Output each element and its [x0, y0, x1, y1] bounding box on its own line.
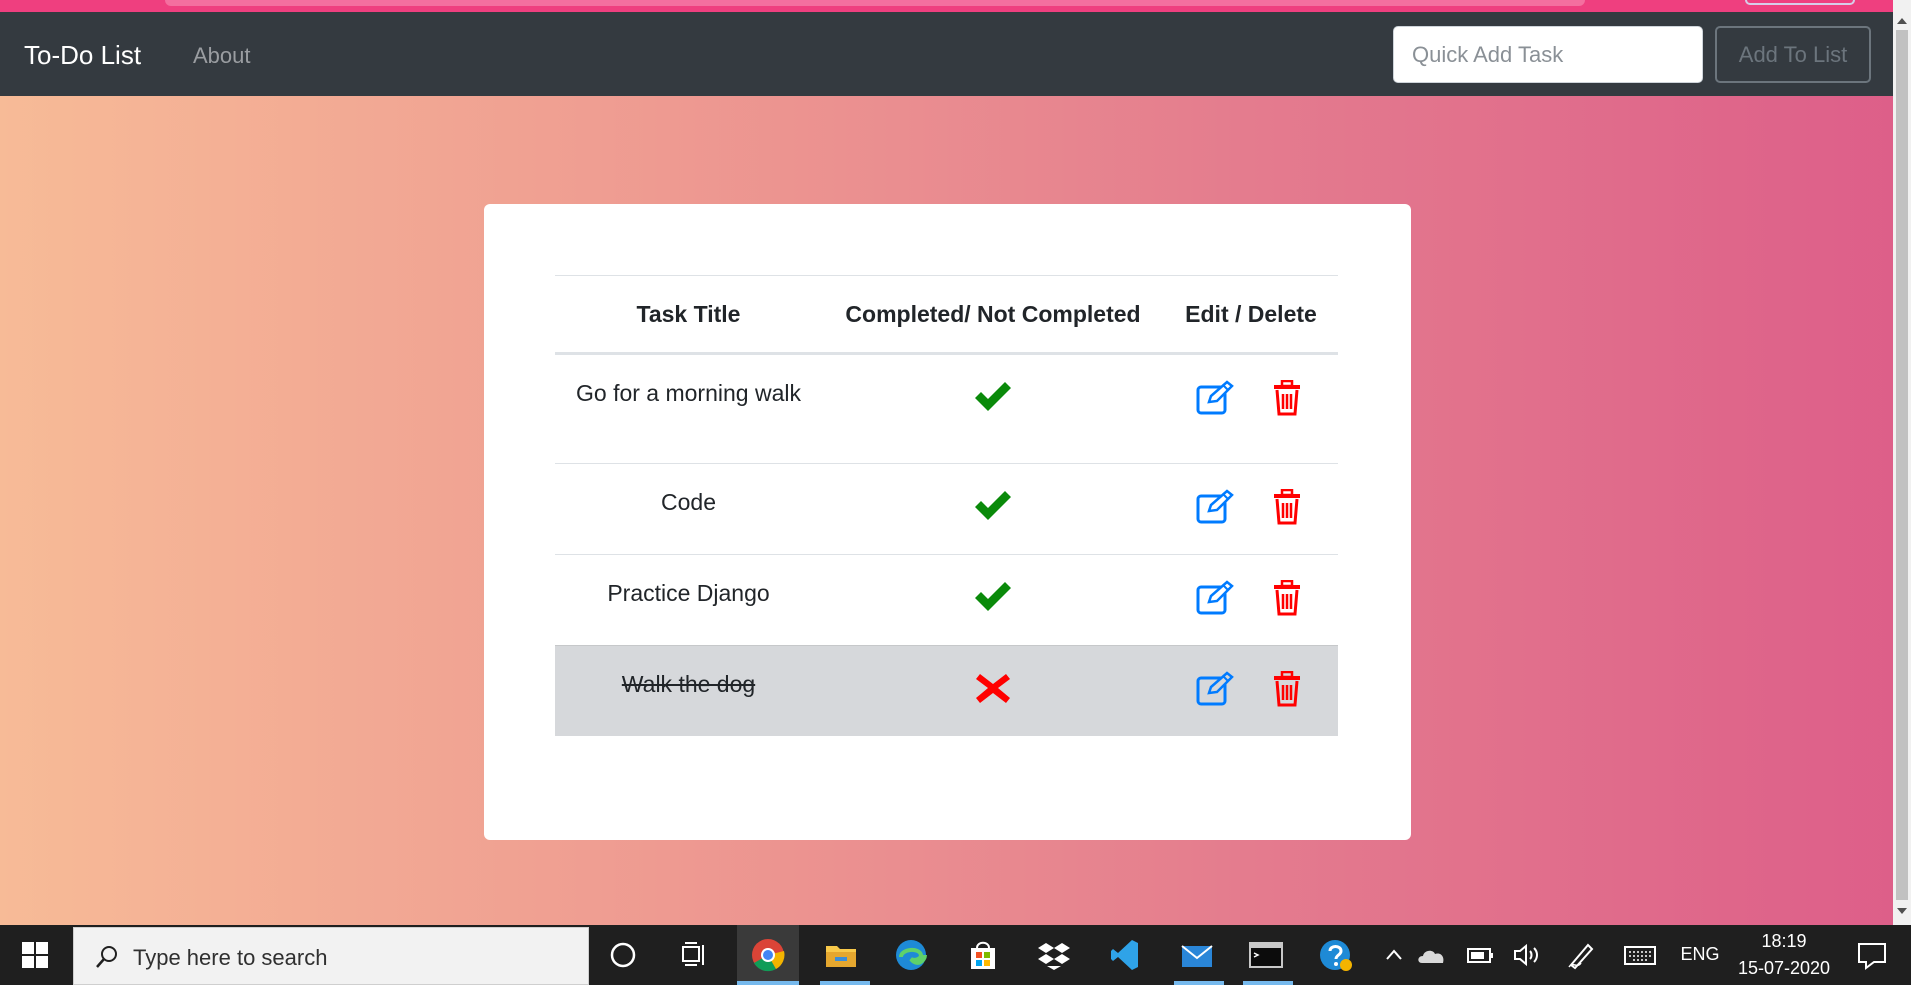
scroll-up-icon[interactable]: [1897, 18, 1907, 24]
store-icon[interactable]: [965, 937, 1001, 973]
cross-icon[interactable]: [972, 670, 1014, 706]
edit-icon[interactable]: [1195, 489, 1235, 525]
help-icon[interactable]: [1318, 937, 1354, 973]
browser-tab-strip: [165, 0, 1585, 6]
header-task-title: Task Title: [555, 275, 822, 355]
task-title: Walk the dog: [555, 645, 822, 736]
trash-icon[interactable]: [1267, 580, 1307, 616]
edge-icon[interactable]: [893, 937, 929, 973]
add-to-list-button[interactable]: Add To List: [1715, 26, 1871, 83]
cortana-icon[interactable]: [605, 937, 641, 973]
chevron-up-icon[interactable]: [1376, 937, 1412, 973]
scroll-down-icon[interactable]: [1897, 908, 1907, 914]
quick-add-input[interactable]: [1393, 26, 1703, 83]
page-scrollbar[interactable]: [1893, 0, 1911, 925]
file-explorer-icon[interactable]: [823, 937, 859, 973]
task-title: Go for a morning walk: [555, 353, 822, 464]
notifications-icon[interactable]: [1854, 937, 1890, 973]
check-icon[interactable]: [972, 579, 1014, 615]
clock-date[interactable]: 15-07-2020: [1735, 958, 1833, 979]
pen-icon[interactable]: [1563, 937, 1599, 973]
brand-link[interactable]: To-Do List: [24, 40, 141, 71]
table-header-row: Task Title Completed/ Not Completed Edit…: [555, 275, 1338, 355]
taskbar-search-placeholder: Type here to search: [133, 945, 328, 970]
volume-icon[interactable]: [1509, 937, 1545, 973]
clock-time[interactable]: 18:19: [1735, 931, 1833, 952]
trash-icon[interactable]: [1267, 489, 1307, 525]
table-row: Practice Django: [555, 554, 1338, 646]
trash-icon[interactable]: [1267, 380, 1307, 416]
mail-icon[interactable]: [1179, 937, 1215, 973]
navbar: To-Do List About Add To List: [0, 12, 1893, 96]
vscode-icon[interactable]: [1108, 937, 1144, 973]
task-view-icon[interactable]: [677, 937, 713, 973]
onedrive-icon[interactable]: [1414, 937, 1450, 973]
taskbar-open-underline: [1174, 981, 1224, 985]
taskbar-open-underline: [1243, 981, 1293, 985]
taskbar-open-underline: [820, 981, 870, 985]
browser-top-strip: [0, 0, 1911, 12]
task-table: Task Title Completed/ Not Completed Edit…: [555, 275, 1338, 736]
edit-icon[interactable]: [1195, 580, 1235, 616]
keyboard-icon[interactable]: [1622, 937, 1658, 973]
check-icon[interactable]: [972, 488, 1014, 524]
windows-start-icon[interactable]: [22, 942, 48, 968]
edit-icon[interactable]: [1195, 671, 1235, 707]
table-row: Go for a morning walk: [555, 353, 1338, 464]
dropbox-icon[interactable]: [1036, 937, 1072, 973]
table-row: Code: [555, 463, 1338, 555]
trash-icon[interactable]: [1267, 671, 1307, 707]
about-link[interactable]: About: [193, 43, 251, 69]
table-row: Walk the dog: [555, 645, 1338, 736]
battery-icon[interactable]: [1462, 937, 1498, 973]
scroll-thumb[interactable]: [1896, 30, 1908, 900]
task-title: Practice Django: [555, 554, 822, 646]
task-title: Code: [555, 463, 822, 555]
chrome-icon[interactable]: [750, 937, 786, 973]
taskbar-search[interactable]: Type here to search: [73, 927, 589, 985]
windows-taskbar: Type here to search ENG 18:19 15-07-2020: [0, 925, 1911, 985]
taskbar-active-underline: [737, 981, 799, 985]
check-icon[interactable]: [972, 379, 1014, 415]
header-completed: Completed/ Not Completed: [822, 275, 1164, 355]
terminal-icon[interactable]: [1248, 937, 1284, 973]
todo-card: Task Title Completed/ Not Completed Edit…: [484, 204, 1411, 840]
browser-profile-pill[interactable]: [1745, 0, 1855, 5]
header-edit-delete: Edit / Delete: [1164, 275, 1338, 355]
language-indicator[interactable]: ENG: [1677, 944, 1723, 965]
edit-icon[interactable]: [1195, 380, 1235, 416]
search-icon: [96, 946, 117, 968]
